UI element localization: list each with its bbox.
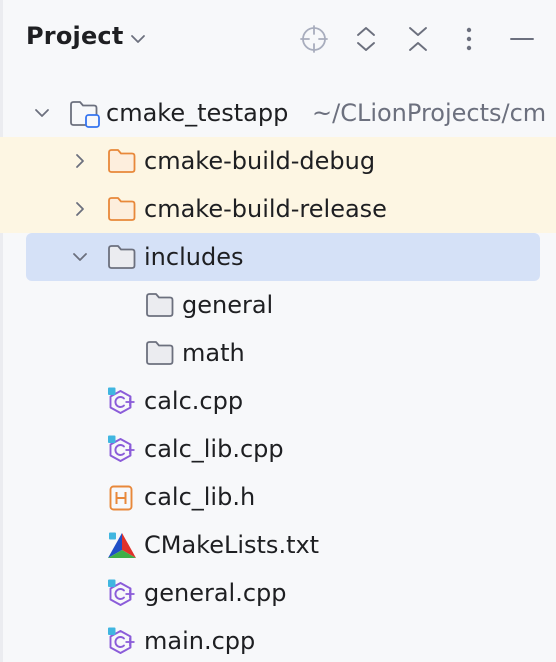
tree-label: general.cpp xyxy=(144,579,287,607)
tree-row-math[interactable]: math xyxy=(0,329,556,377)
tree-row-calc-lib-h[interactable]: calc_lib.h xyxy=(0,473,556,521)
tree-label: general xyxy=(182,291,274,319)
cpp-file-icon xyxy=(107,627,137,655)
tree-label: calc_lib.h xyxy=(144,483,256,511)
tree-label: main.cpp xyxy=(144,627,256,655)
collapse-all-icon[interactable] xyxy=(401,22,435,56)
excluded-folder-icon xyxy=(107,195,137,223)
selection-highlight xyxy=(26,233,540,281)
tree-row-general-cpp[interactable]: general.cpp xyxy=(0,569,556,617)
tree-row-cmakelists[interactable]: CMakeLists.txt xyxy=(0,521,556,569)
crosshair-icon[interactable] xyxy=(297,22,331,56)
module-folder-icon xyxy=(69,99,100,128)
folder-icon xyxy=(107,243,137,271)
chevron-down-icon[interactable] xyxy=(32,103,52,123)
chevron-down-icon[interactable] xyxy=(128,29,148,49)
tree-row-cmake-build-debug[interactable]: cmake-build-debug xyxy=(0,137,556,185)
project-path: ~/CLionProjects/cm xyxy=(312,99,547,127)
tree-row-general[interactable]: general xyxy=(0,281,556,329)
tree-row-main-cpp[interactable]: main.cpp xyxy=(0,617,556,662)
chevron-right-icon[interactable] xyxy=(70,199,90,219)
header-file-icon xyxy=(107,483,137,511)
tree-label: CMakeLists.txt xyxy=(144,531,320,559)
tree-label: cmake-build-release xyxy=(144,195,387,223)
tree-row-includes[interactable]: includes xyxy=(0,233,556,281)
tree-label: math xyxy=(182,339,245,367)
tree-label: calc_lib.cpp xyxy=(144,435,284,463)
folder-icon xyxy=(145,339,175,367)
cmake-file-icon xyxy=(107,531,137,559)
more-vertical-icon[interactable] xyxy=(452,22,486,56)
cpp-file-icon xyxy=(107,435,137,463)
cpp-file-icon xyxy=(107,387,137,415)
minimize-icon[interactable] xyxy=(505,22,539,56)
folder-icon xyxy=(145,291,175,319)
tree-row-calc-cpp[interactable]: calc.cpp xyxy=(0,377,556,425)
tree-row-root[interactable]: cmake_testapp ~/CLionProjects/cm xyxy=(0,89,556,137)
tree-label: cmake_testapp xyxy=(106,99,289,127)
tree-row-calc-lib-cpp[interactable]: calc_lib.cpp xyxy=(0,425,556,473)
expand-all-icon[interactable] xyxy=(349,22,383,56)
chevron-right-icon[interactable] xyxy=(70,151,90,171)
tree-row-cmake-build-release[interactable]: cmake-build-release xyxy=(0,185,556,233)
cpp-file-icon xyxy=(107,579,137,607)
chevron-down-icon[interactable] xyxy=(70,247,90,267)
excluded-folder-icon xyxy=(107,147,137,175)
tool-window-header: Project xyxy=(0,0,556,78)
tree-label: cmake-build-debug xyxy=(144,147,376,175)
panel-title[interactable]: Project xyxy=(26,22,124,50)
project-tool-window: Project cmake_testapp ~/CLionProjects/cm… xyxy=(0,0,556,662)
tree-label: includes xyxy=(144,243,244,271)
tree-label: calc.cpp xyxy=(144,387,244,415)
project-tree: cmake_testapp ~/CLionProjects/cm cmake-b… xyxy=(0,89,556,662)
